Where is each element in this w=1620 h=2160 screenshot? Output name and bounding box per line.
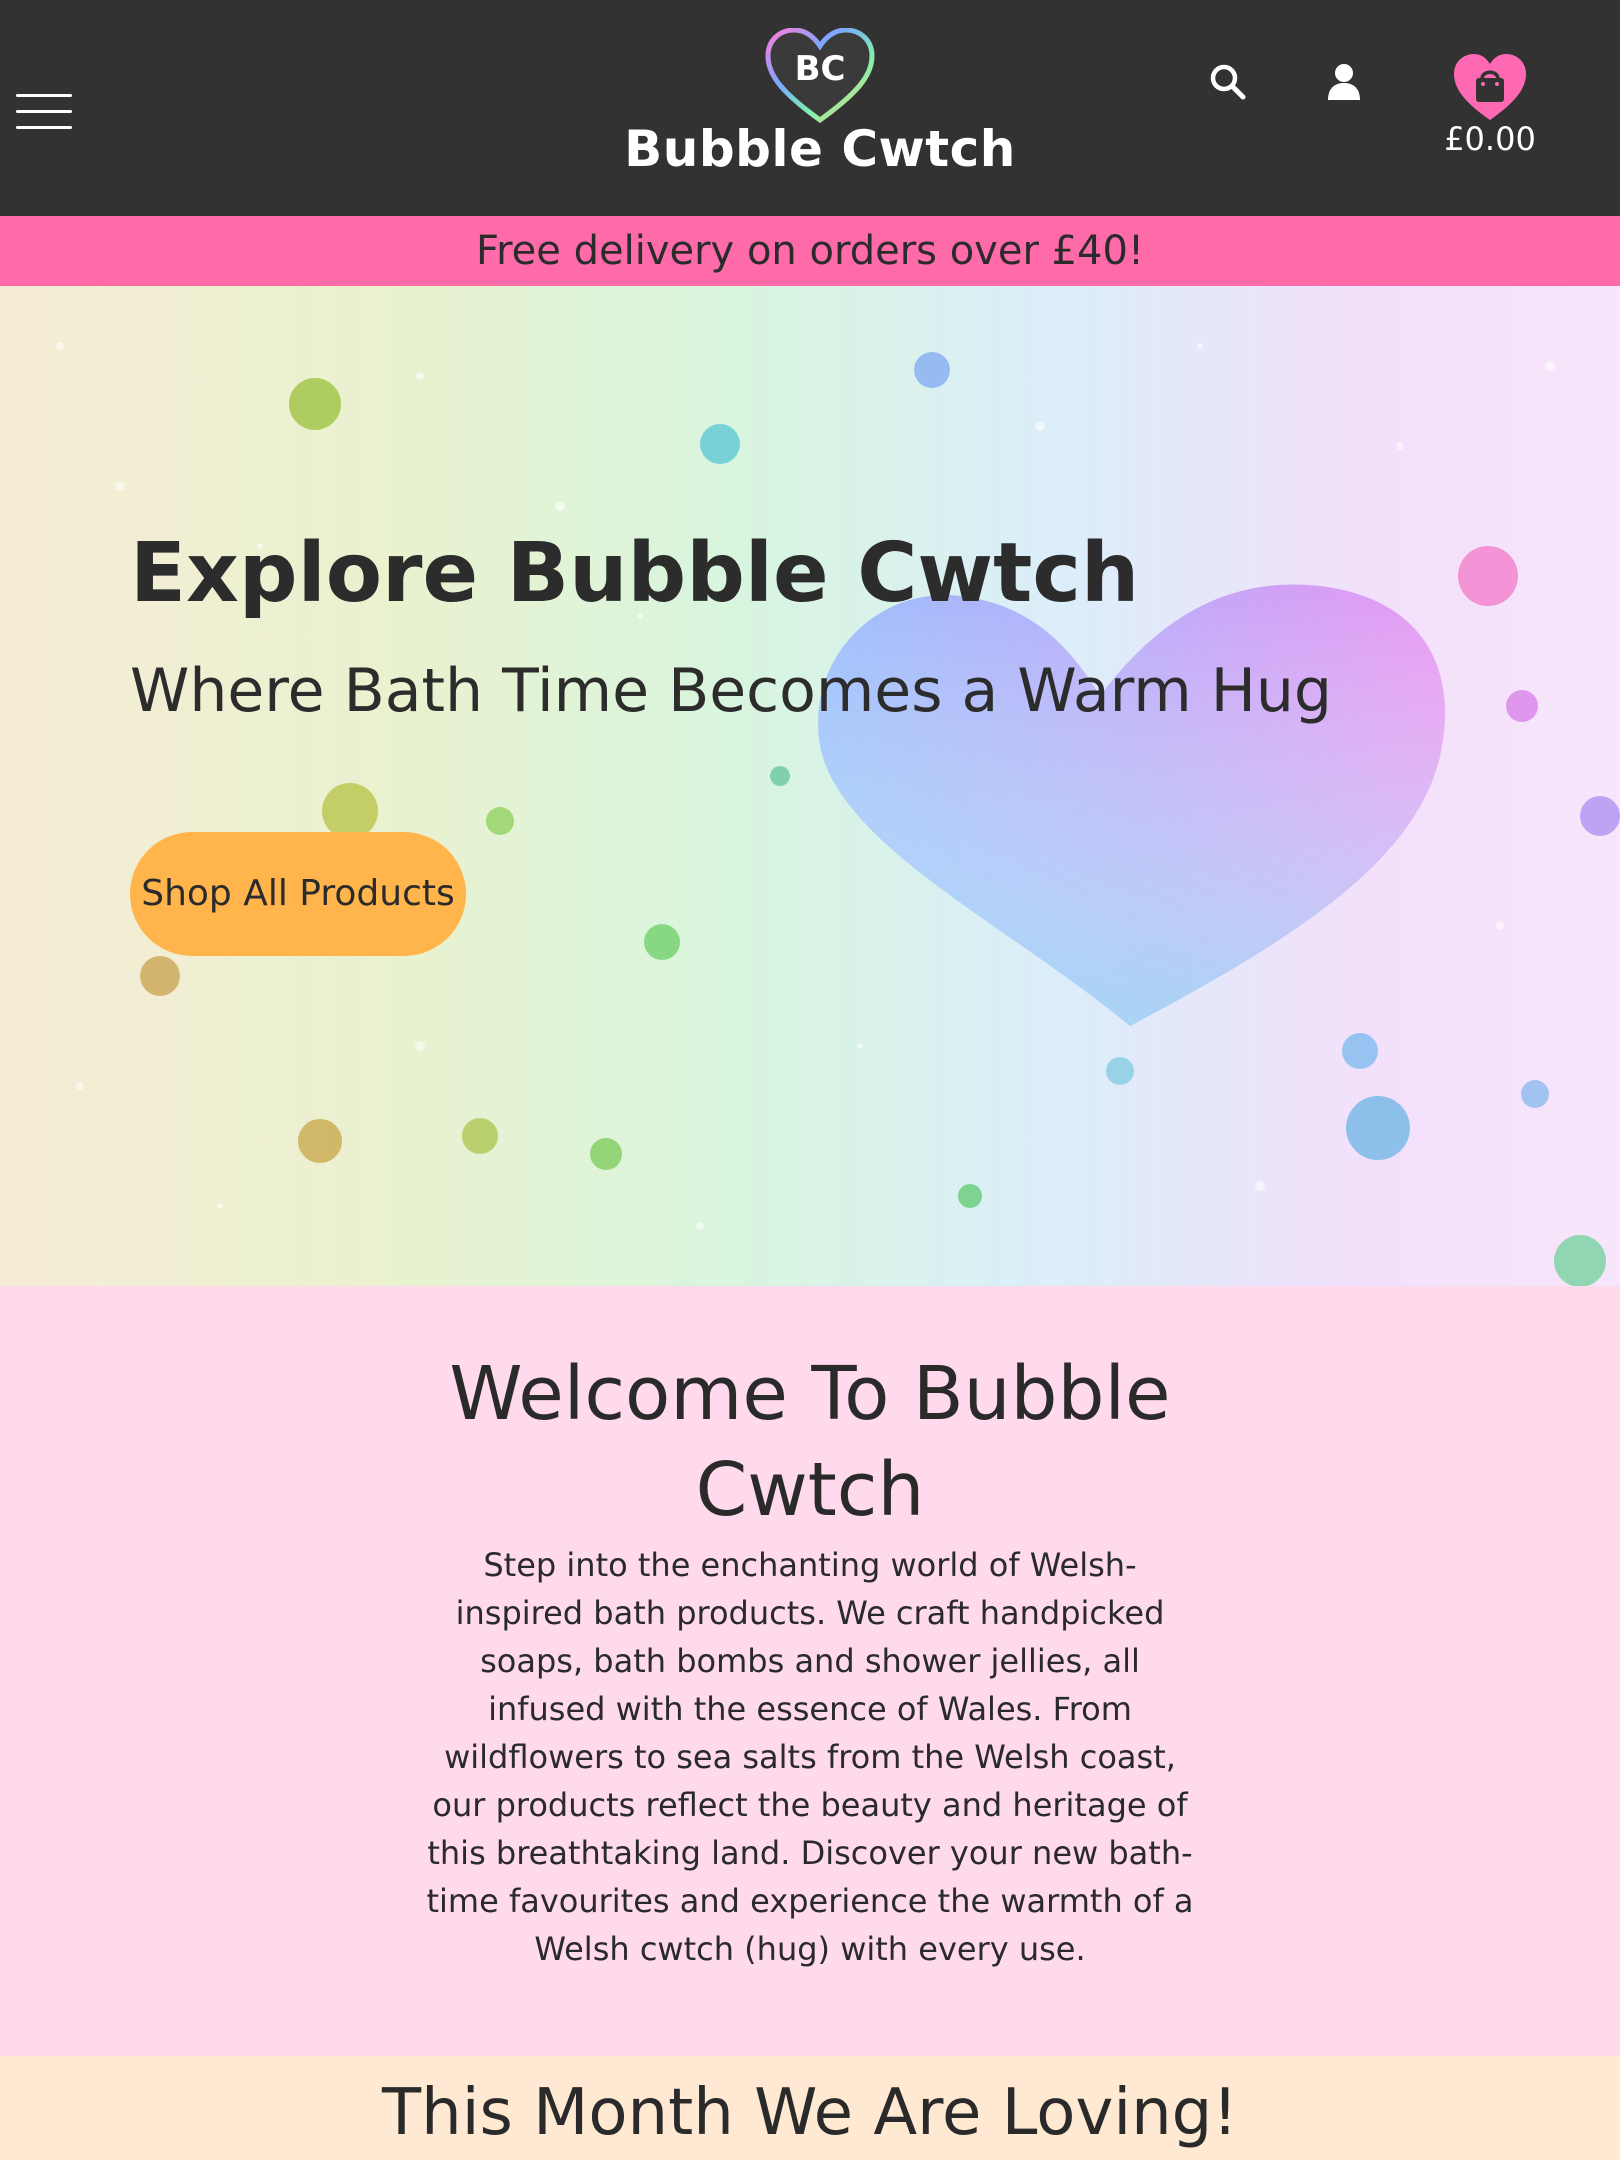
promo-banner: Free delivery on orders over £40! [0,216,1620,286]
welcome-section: Welcome To Bubble Cwtch Step into the en… [0,1286,1620,2056]
account-icon[interactable] [1326,62,1362,102]
cart-button[interactable]: £0.00 [1430,50,1550,160]
cart-icon [1454,54,1526,120]
logo-initials: BC [795,49,846,89]
welcome-text: Step into the enchanting world of Welsh-… [426,1546,1194,1968]
site-logo[interactable]: BC Bubble Cwtch [620,28,1020,188]
shop-all-products-button[interactable]: Shop All Products [130,832,466,956]
hero-banner: Explore Bubble Cwtch Where Bath Time Bec… [0,286,1620,1286]
hero-subtitle: Where Bath Time Becomes a Warm Hug [130,656,1332,726]
featured-title: This Month We Are Loving! [382,2076,1238,2150]
logo-heart-icon: BC [765,28,875,124]
logo-text: Bubble Cwtch [624,120,1016,178]
welcome-title: Welcome To Bubble Cwtch [449,1351,1171,1533]
menu-icon[interactable] [16,92,72,132]
search-icon[interactable] [1208,62,1248,102]
cart-total: £0.00 [1444,120,1536,158]
site-header: BC Bubble Cwtch £0.00 [0,0,1620,216]
bubbles-heart-image [56,342,1620,1286]
hero-title: Explore Bubble Cwtch [130,526,1140,621]
featured-section: This Month We Are Loving! [0,2056,1620,2160]
